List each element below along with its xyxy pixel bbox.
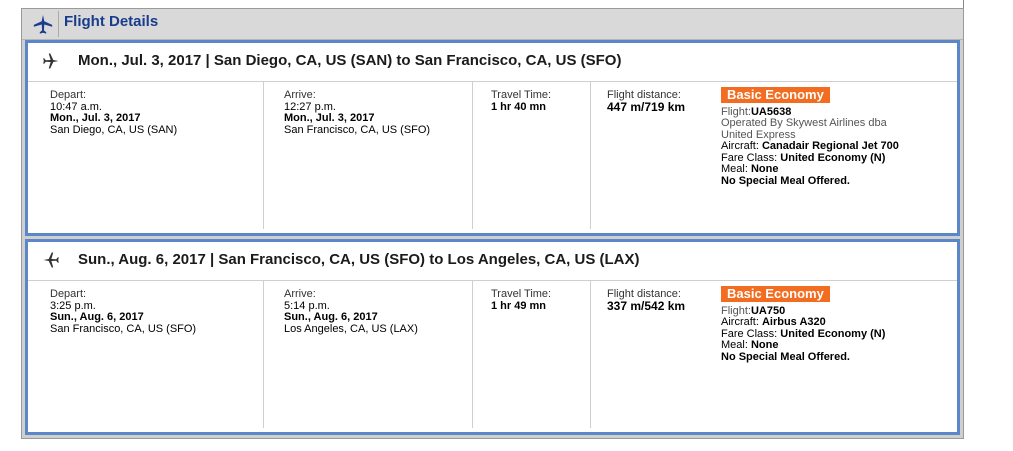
fare-class-value: United Economy (N) (780, 151, 886, 164)
segment-body: Depart: 3:25 p.m. Sun., Aug. 6, 2017 San… (28, 280, 957, 432)
depart-place: San Diego, CA, US (SAN) (50, 123, 178, 136)
distance-column: Flight distance: 447 m/719 km (591, 81, 719, 229)
depart-label: Depart: (50, 288, 87, 300)
depart-label: Depart: (50, 89, 87, 101)
arrive-place: Los Angeles, CA, US (LAX) (284, 322, 418, 335)
flight-label: Flight: (721, 105, 751, 118)
special-meal-note: No Special Meal Offered. (721, 174, 850, 187)
panel-header: Flight Details (22, 9, 963, 40)
plane-depart-icon (43, 53, 59, 69)
distance-value: 337 m/542 km (607, 298, 686, 313)
top-bar (0, 0, 1013, 8)
header-divider (58, 11, 59, 37)
segment-header: Sun., Aug. 6, 2017 | San Francisco, CA, … (28, 242, 957, 281)
arrive-label: Arrive: (284, 89, 316, 101)
flight-segment-2: Sun., Aug. 6, 2017 | San Francisco, CA, … (25, 239, 960, 435)
arrive-column: Arrive: 12:27 p.m. Mon., Jul. 3, 2017 Sa… (264, 81, 473, 229)
divider (963, 0, 964, 8)
distance-value: 447 m/719 km (607, 99, 686, 114)
arrive-place: San Francisco, CA, US (SFO) (284, 123, 431, 136)
fare-badge: Basic Economy (721, 87, 830, 103)
meal-label: Meal: (721, 163, 751, 175)
fare-column: Basic Economy Flight:UA5638 Operated By … (721, 81, 954, 229)
travel-time-label: Travel Time: (491, 89, 552, 101)
fare-class-value: United Economy (N) (780, 327, 886, 340)
fare-class-label: Fare Class: (721, 151, 781, 164)
segment-title: Sun., Aug. 6, 2017 | San Francisco, CA, … (78, 251, 640, 268)
depart-column: Depart: 3:25 p.m. Sun., Aug. 6, 2017 San… (42, 280, 264, 428)
fare-column: Basic Economy Flight:UA750 Aircraft: Air… (721, 280, 954, 428)
arrive-column: Arrive: 5:14 p.m. Sun., Aug. 6, 2017 Los… (264, 280, 473, 428)
meal-label: Meal: (721, 339, 751, 351)
depart-date: Mon., Jul. 3, 2017 (50, 112, 141, 124)
flight-segment-1: Mon., Jul. 3, 2017 | San Diego, CA, US (… (25, 40, 960, 236)
arrive-date: Mon., Jul. 3, 2017 (284, 112, 375, 124)
plane-return-icon (43, 252, 59, 268)
flight-label: Flight: (721, 304, 751, 317)
flight-details-panel: Flight Details Mon., Jul. 3, 2017 | San … (21, 8, 964, 439)
arrive-label: Arrive: (284, 288, 316, 300)
travel-time-value: 1 hr 49 mn (491, 299, 547, 312)
operated-by-line1: Operated By Skywest Airlines dba (721, 117, 887, 129)
meal-value: None (750, 339, 779, 351)
depart-column: Depart: 10:47 a.m. Mon., Jul. 3, 2017 Sa… (42, 81, 264, 229)
meal-value: None (750, 163, 779, 175)
flight-number: UA5638 (750, 105, 792, 118)
depart-place: San Francisco, CA, US (SFO) (50, 322, 197, 335)
segment-body: Depart: 10:47 a.m. Mon., Jul. 3, 2017 Sa… (28, 81, 957, 233)
special-meal-note: No Special Meal Offered. (721, 350, 850, 363)
aircraft-label: Aircraft: (721, 140, 762, 152)
segment-header: Mon., Jul. 3, 2017 | San Diego, CA, US (… (28, 43, 957, 82)
flight-number: UA750 (750, 304, 786, 317)
fare-class-label: Fare Class: (721, 327, 781, 340)
panel-title: Flight Details (64, 13, 159, 30)
travel-time-label: Travel Time: (491, 288, 552, 300)
airplane-icon (33, 14, 53, 34)
segment-title: Mon., Jul. 3, 2017 | San Diego, CA, US (… (78, 52, 622, 69)
aircraft-label: Aircraft: (721, 316, 762, 328)
fare-badge: Basic Economy (721, 286, 830, 302)
aircraft-value: Canadair Regional Jet 700 (761, 140, 899, 152)
travel-time-column: Travel Time: 1 hr 49 mn (473, 280, 591, 428)
depart-date: Sun., Aug. 6, 2017 (50, 311, 144, 323)
arrive-date: Sun., Aug. 6, 2017 (284, 311, 378, 323)
travel-time-column: Travel Time: 1 hr 40 mn (473, 81, 591, 229)
aircraft-value: Airbus A320 (761, 316, 826, 328)
travel-time-value: 1 hr 40 mn (491, 100, 547, 113)
distance-column: Flight distance: 337 m/542 km (591, 280, 719, 428)
